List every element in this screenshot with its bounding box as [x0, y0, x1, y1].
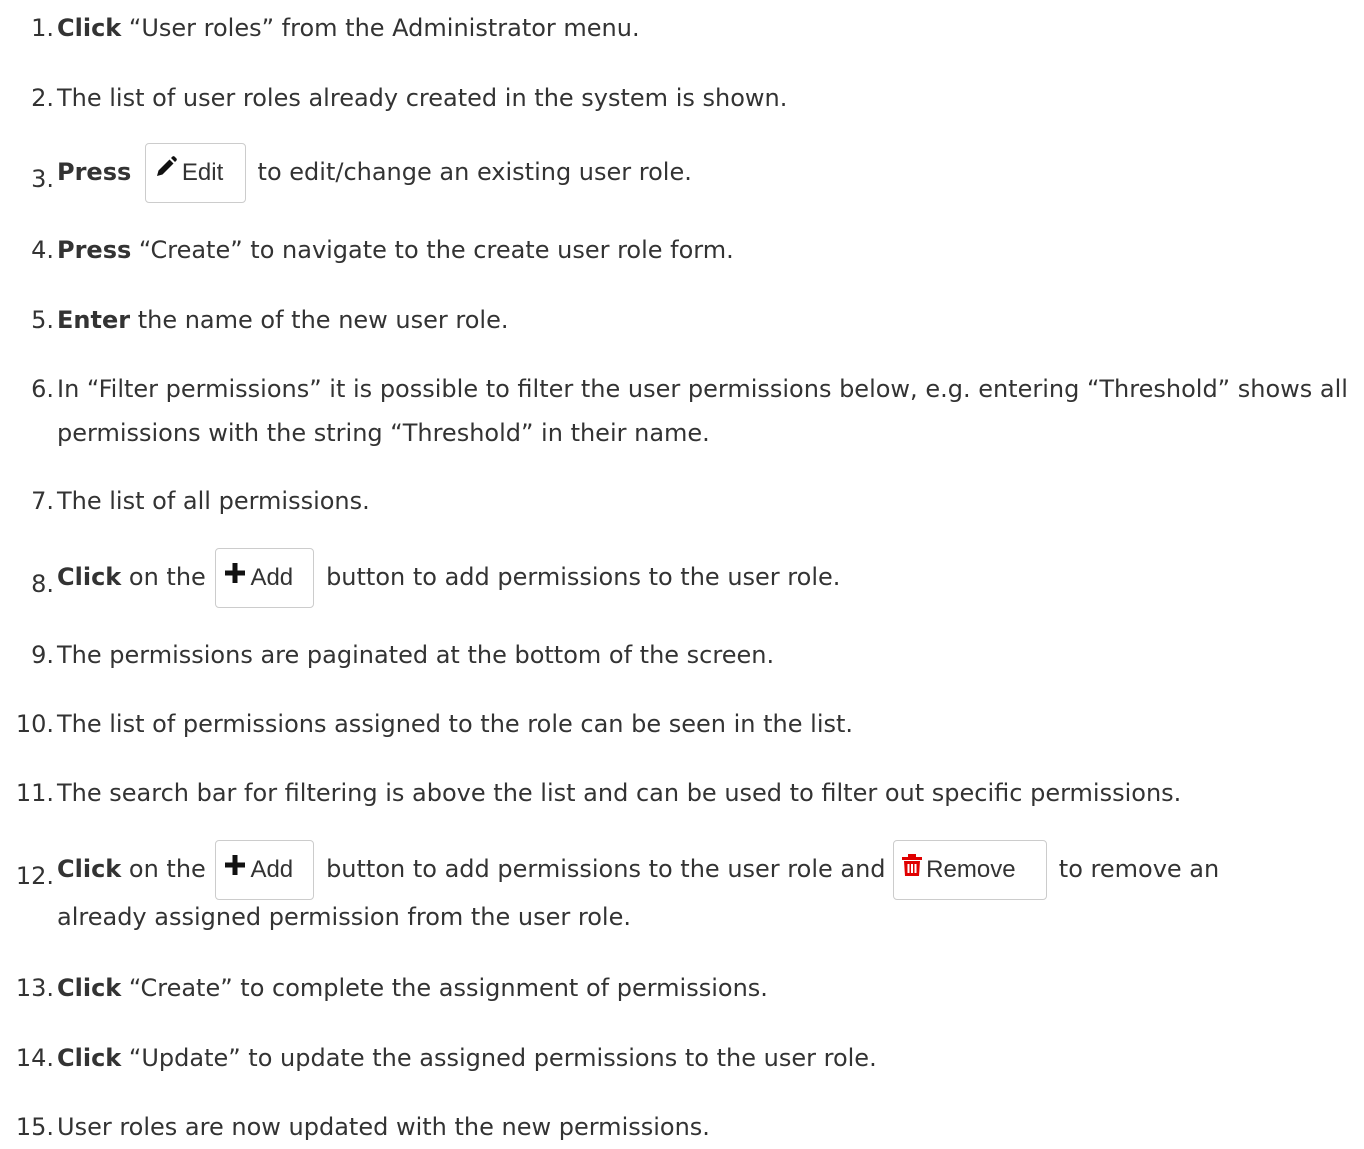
step-text: The list of permissions assigned to the …: [57, 710, 854, 738]
step-2: 2. The list of user roles already created…: [31, 76, 1364, 120]
step-11: 11. The search bar for filtering is above…: [16, 771, 1364, 815]
edit-button[interactable]: Edit: [144, 143, 246, 203]
step-action: Enter: [57, 306, 131, 334]
remove-button-label: Remove: [926, 856, 1016, 883]
step-number: 12.: [15, 862, 54, 890]
step-5: 5. Enter the name of the new user role.: [31, 298, 1364, 342]
step-13: 13. Click “Create” to complete the assign…: [16, 966, 1364, 1010]
step-text: In “Filter permissions” it is possible t…: [57, 375, 1348, 447]
step-number: 15.: [15, 1113, 54, 1141]
plus-icon: [224, 840, 246, 898]
step-action: Press: [57, 236, 132, 264]
step-text: The list of all permissions.: [57, 487, 370, 515]
step-text: “Update” to update the assigned permissi…: [121, 1044, 877, 1072]
step-number: 9.: [31, 641, 54, 669]
step-action: Click: [57, 563, 122, 591]
remove-button[interactable]: Remove: [893, 840, 1048, 900]
step-number: 4.: [31, 236, 54, 264]
step-number: 5.: [31, 306, 54, 334]
add-button[interactable]: Add: [215, 840, 315, 900]
step-action: Click: [57, 974, 122, 1002]
step-9: 9. The permissions are paginated at the b…: [31, 633, 1364, 677]
step-12: 12. Click on the Add button to add permis…: [16, 839, 1364, 900]
step-number: 13.: [15, 974, 54, 1002]
add-button-label: Add: [250, 564, 294, 591]
step-number: 8.: [31, 570, 54, 598]
step-text: The permissions are paginated at the bot…: [57, 641, 775, 669]
step-14: 14. Click “Update” to update the assigned…: [16, 1036, 1364, 1080]
step-4: 4. Press “Create” to navigate to the crea…: [31, 228, 1364, 272]
trash-icon: [902, 840, 923, 898]
step-text: button to add permissions to the user ro…: [318, 563, 841, 591]
step-number: 1.: [31, 14, 54, 42]
step-15: 15. User roles are now updated with the n…: [16, 1105, 1364, 1149]
step-text: “User roles” from the Administrator menu…: [121, 14, 640, 42]
step-number: 2.: [31, 84, 54, 112]
step-action: Click: [57, 1044, 122, 1072]
plus-icon: [224, 548, 246, 606]
edit-button-label: Edit: [181, 159, 224, 186]
step-text: “Create” to navigate to the create user …: [131, 236, 734, 264]
step-12-continued: already assigned permission from the use…: [57, 895, 1364, 939]
pencil-icon: [154, 143, 178, 201]
step-7: 7. The list of all permissions.: [31, 479, 1364, 523]
add-button[interactable]: Add: [215, 548, 315, 608]
step-text: The list of user roles already created i…: [57, 84, 788, 112]
step-text: button to add permissions to the user ro…: [318, 855, 894, 883]
step-text: the name of the new user role.: [130, 306, 509, 334]
step-number: 14.: [15, 1044, 54, 1072]
step-action: Click: [57, 855, 122, 883]
step-number: 10.: [15, 710, 54, 738]
step-3: 3. Press Edit to edit/change an existing …: [31, 142, 1364, 203]
step-number: 6.: [31, 375, 54, 403]
step-action: Click: [57, 14, 122, 42]
add-button-label: Add: [250, 856, 294, 883]
step-action: Press: [57, 158, 132, 186]
step-number: 7.: [31, 487, 54, 515]
step-10: 10. The list of permissions assigned to t…: [16, 702, 1364, 746]
step-text: already assigned permission from the use…: [57, 903, 631, 931]
step-text: “Create” to complete the assignment of p…: [121, 974, 768, 1002]
step-1: 1. Click “User roles” from the Administra…: [31, 6, 1364, 50]
step-8: 8. Click on the Add button to add permiss…: [31, 547, 1364, 608]
step-number: 11.: [15, 779, 54, 807]
step-text: on the: [121, 563, 214, 591]
step-text: to edit/change an existing user role.: [249, 158, 692, 186]
step-6: 6. In “Filter permissions” it is possible…: [31, 367, 1357, 455]
step-text: to remove an: [1051, 855, 1220, 883]
step-text: on the: [121, 855, 214, 883]
step-text: User roles are now updated with the new …: [57, 1113, 710, 1141]
step-number: 3.: [31, 165, 54, 193]
step-text: The search bar for filtering is above th…: [57, 779, 1182, 807]
